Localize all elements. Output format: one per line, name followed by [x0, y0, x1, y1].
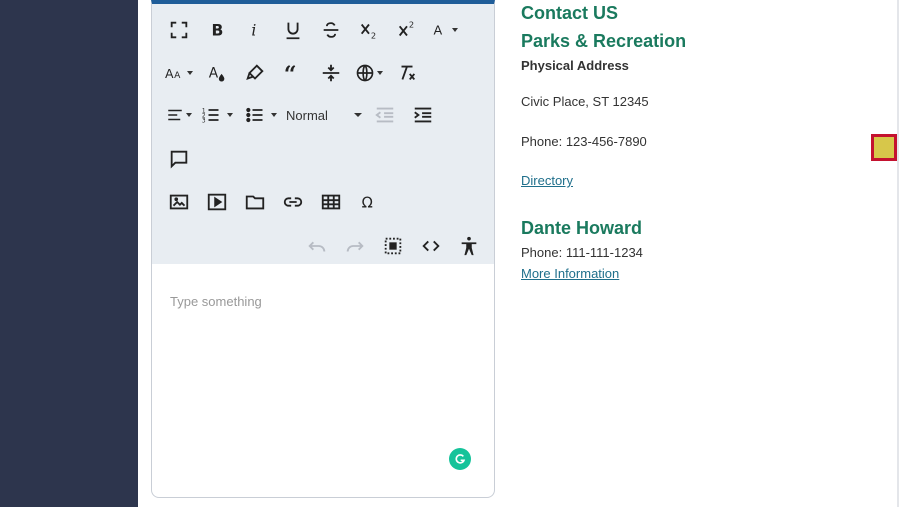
chevron-down-icon — [452, 28, 458, 32]
underline-icon[interactable] — [274, 14, 312, 46]
font-size-dropdown[interactable]: AA — [160, 57, 198, 89]
paragraph-format-value: Normal — [286, 107, 328, 123]
toolbar-row-6 — [298, 228, 488, 264]
paragraph-format-select[interactable]: Normal — [280, 99, 366, 131]
comment-icon[interactable] — [160, 143, 198, 175]
chevron-down-icon — [227, 113, 233, 117]
blockquote-icon[interactable]: “ — [274, 57, 312, 89]
svg-text:B: B — [212, 22, 224, 40]
directory-link[interactable]: Directory — [521, 173, 573, 188]
chevron-down-icon — [186, 113, 192, 117]
horizontal-line-icon[interactable] — [312, 57, 350, 89]
toolbar-row-3: 123 Normal — [160, 97, 442, 133]
address-text: Civic Place, ST 12345 — [521, 94, 649, 109]
fullscreen-icon[interactable] — [160, 14, 198, 46]
toolbar-row-2: AA A “ — [160, 55, 426, 91]
ordered-list-dropdown[interactable]: 123 — [198, 99, 236, 131]
svg-text:2: 2 — [409, 19, 414, 29]
accessibility-icon[interactable] — [450, 230, 488, 262]
person-name: Dante Howard — [521, 218, 643, 238]
text-color-drop-icon[interactable]: A — [198, 57, 236, 89]
undo-icon[interactable] — [298, 230, 336, 262]
svg-text:2: 2 — [371, 30, 376, 40]
bold-icon[interactable]: B — [198, 14, 236, 46]
address-label: Physical Address — [521, 58, 629, 73]
language-dropdown[interactable] — [350, 57, 388, 89]
chevron-down-icon — [377, 71, 383, 75]
toolbar-row-1: B i 2 2 A — [160, 12, 464, 48]
svg-text:Ω: Ω — [362, 195, 373, 212]
svg-text:i: i — [251, 22, 256, 40]
italic-icon[interactable]: i — [236, 14, 274, 46]
grammarly-icon[interactable] — [449, 448, 471, 470]
more-information-link[interactable]: More Information — [521, 266, 619, 281]
contact-heading: Contact US — [521, 3, 619, 23]
svg-text:A: A — [165, 66, 174, 81]
svg-text:“: “ — [284, 62, 297, 84]
align-dropdown[interactable] — [160, 99, 198, 131]
svg-text:3: 3 — [202, 119, 206, 125]
department-phone: Phone: 123-456-7890 — [521, 134, 647, 149]
strikethrough-icon[interactable] — [312, 14, 350, 46]
chevron-down-icon — [187, 71, 193, 75]
editor-toolbar: B i 2 2 A AA A “ 1 2 3 Normal Ω — [152, 4, 494, 264]
svg-text:A: A — [209, 66, 219, 82]
svg-text:A: A — [434, 24, 443, 39]
table-icon[interactable] — [312, 186, 350, 218]
rich-text-editor: B i 2 2 A AA A “ 1 2 3 Normal Ω Type som… — [151, 0, 495, 498]
person-phone: Phone: 111-111-1234 — [521, 245, 643, 260]
special-characters-icon[interactable]: Ω — [350, 186, 388, 218]
chevron-down-icon — [271, 113, 277, 117]
editor-content-area[interactable]: Type something — [152, 264, 494, 497]
outdent-icon[interactable] — [366, 99, 404, 131]
unordered-list-dropdown[interactable] — [242, 99, 280, 131]
redo-icon[interactable] — [336, 230, 374, 262]
department-name: Parks & Recreation — [521, 31, 687, 51]
font-color-dropdown[interactable]: A — [426, 14, 464, 46]
highlight-marker — [871, 134, 897, 161]
superscript-icon[interactable]: 2 — [388, 14, 426, 46]
svg-text:A: A — [174, 70, 181, 81]
toolbar-row-5: Ω — [160, 184, 388, 220]
highlighter-icon[interactable] — [236, 57, 274, 89]
clear-format-icon[interactable] — [388, 57, 426, 89]
chevron-down-icon — [354, 113, 362, 117]
toolbar-row-4 — [160, 141, 198, 177]
editor-placeholder: Type something — [170, 294, 262, 309]
video-icon[interactable] — [198, 186, 236, 218]
left-sidebar — [0, 0, 138, 507]
image-icon[interactable] — [160, 186, 198, 218]
indent-icon[interactable] — [404, 99, 442, 131]
select-all-icon[interactable] — [374, 230, 412, 262]
subscript-icon[interactable]: 2 — [350, 14, 388, 46]
link-icon[interactable] — [274, 186, 312, 218]
code-view-icon[interactable] — [412, 230, 450, 262]
folder-icon[interactable] — [236, 186, 274, 218]
